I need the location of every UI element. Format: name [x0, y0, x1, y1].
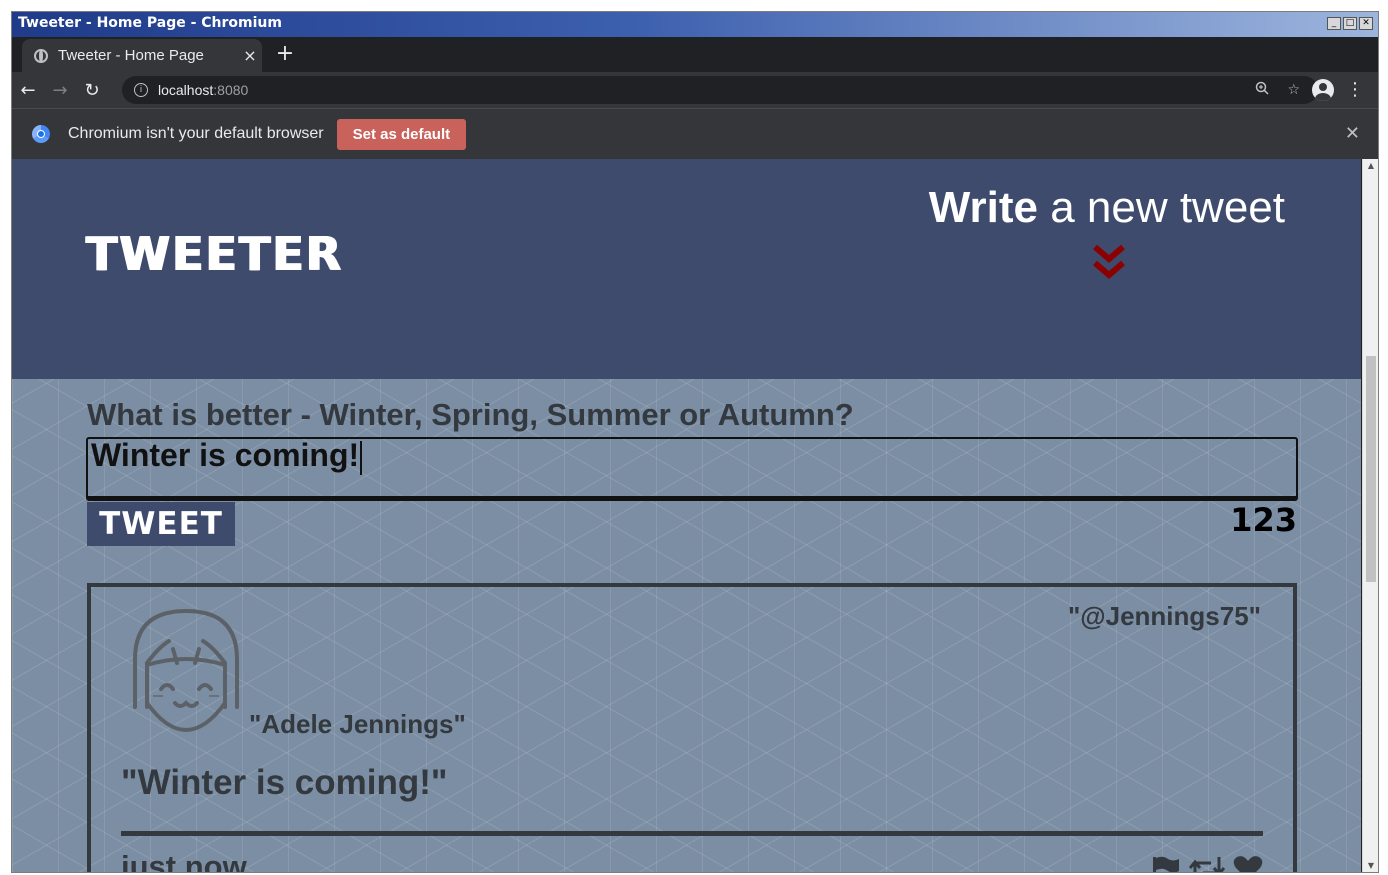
retweet-icon[interactable]	[1189, 855, 1225, 872]
profile-icon[interactable]	[1312, 79, 1334, 101]
default-browser-infobar: Chromium isn't your default browser Set …	[12, 108, 1378, 159]
site-logo: TWEETER	[86, 227, 344, 281]
set-default-button[interactable]: Set as default	[336, 118, 467, 150]
reload-button[interactable]: ↻	[76, 80, 108, 101]
scroll-down-arrow-icon[interactable]: ▼	[1366, 861, 1376, 870]
scroll-up-arrow-icon[interactable]: ▲	[1366, 161, 1376, 170]
tweet-timestamp: just now	[121, 849, 247, 872]
character-counter: 123	[1230, 501, 1297, 539]
browser-toolbar: ← → ↻ i localhost:8080 ☆ ⋮	[12, 72, 1378, 108]
double-chevron-down-icon[interactable]	[1092, 243, 1126, 283]
avatar-icon	[133, 608, 239, 732]
tab-home[interactable]: Tweeter - Home Page ×	[22, 39, 262, 72]
star-icon[interactable]: ☆	[1287, 82, 1300, 98]
page-viewport: TWEETER Write a new tweet What is better…	[12, 159, 1361, 872]
menu-icon[interactable]: ⋮	[1346, 79, 1364, 101]
scrollbar-thumb[interactable]	[1366, 356, 1376, 582]
compose-label: What is better - Winter, Spring, Summer …	[87, 397, 854, 432]
minimize-button[interactable]: _	[1327, 17, 1341, 30]
site-info-icon[interactable]: i	[134, 83, 148, 97]
tweet-actions	[1151, 855, 1263, 872]
tweet-author-name: "Adele Jennings"	[249, 709, 466, 739]
tweet-content: "Winter is coming!"	[121, 763, 448, 802]
window-title: Tweeter - Home Page - Chromium	[18, 15, 282, 31]
address-bar[interactable]: i localhost:8080 ☆	[122, 76, 1318, 104]
tweet-handle: "@Jennings75"	[1067, 601, 1261, 631]
main-content: What is better - Winter, Spring, Summer …	[12, 379, 1361, 872]
forward-button[interactable]: →	[44, 80, 76, 101]
window-controls: _ □ ✕	[1327, 17, 1373, 30]
maximize-button[interactable]: □	[1343, 17, 1357, 30]
title-bar: Tweeter - Home Page - Chromium _ □ ✕	[12, 12, 1378, 37]
new-tab-button[interactable]: +	[274, 43, 296, 65]
tab-close-button[interactable]: ×	[238, 46, 262, 65]
tweet-button[interactable]: TWEET	[87, 502, 235, 546]
flag-icon[interactable]	[1151, 855, 1181, 872]
globe-icon	[34, 48, 48, 63]
text-caret	[360, 440, 362, 475]
browser-window: Tweeter - Home Page - Chromium _ □ ✕ Twe…	[11, 11, 1379, 873]
tweet-card: "@Jennings75" "Adele Jennings" "Winter i…	[87, 583, 1297, 872]
write-tweet-toggle[interactable]: Write a new tweet	[929, 183, 1285, 233]
back-button[interactable]: ←	[12, 80, 44, 101]
tweet-divider	[121, 831, 1263, 836]
infobar-message: Chromium isn't your default browser	[68, 125, 324, 142]
url-text[interactable]: localhost:8080	[158, 82, 1255, 98]
tab-title: Tweeter - Home Page	[58, 47, 204, 64]
tweet-textarea[interactable]: Winter is coming!	[86, 437, 1298, 501]
tweet-textarea-value[interactable]: Winter is coming!	[91, 437, 362, 475]
page-scrollbar[interactable]: ▲ ▼	[1362, 159, 1378, 872]
tab-strip: Tweeter - Home Page × +	[12, 37, 1378, 72]
chromium-logo-icon	[32, 125, 50, 143]
zoom-icon[interactable]	[1255, 81, 1269, 99]
page-header: TWEETER Write a new tweet	[12, 159, 1361, 379]
infobar-close-icon[interactable]: ✕	[1345, 123, 1360, 144]
heart-icon[interactable]	[1233, 855, 1263, 872]
close-window-button[interactable]: ✕	[1359, 17, 1373, 30]
